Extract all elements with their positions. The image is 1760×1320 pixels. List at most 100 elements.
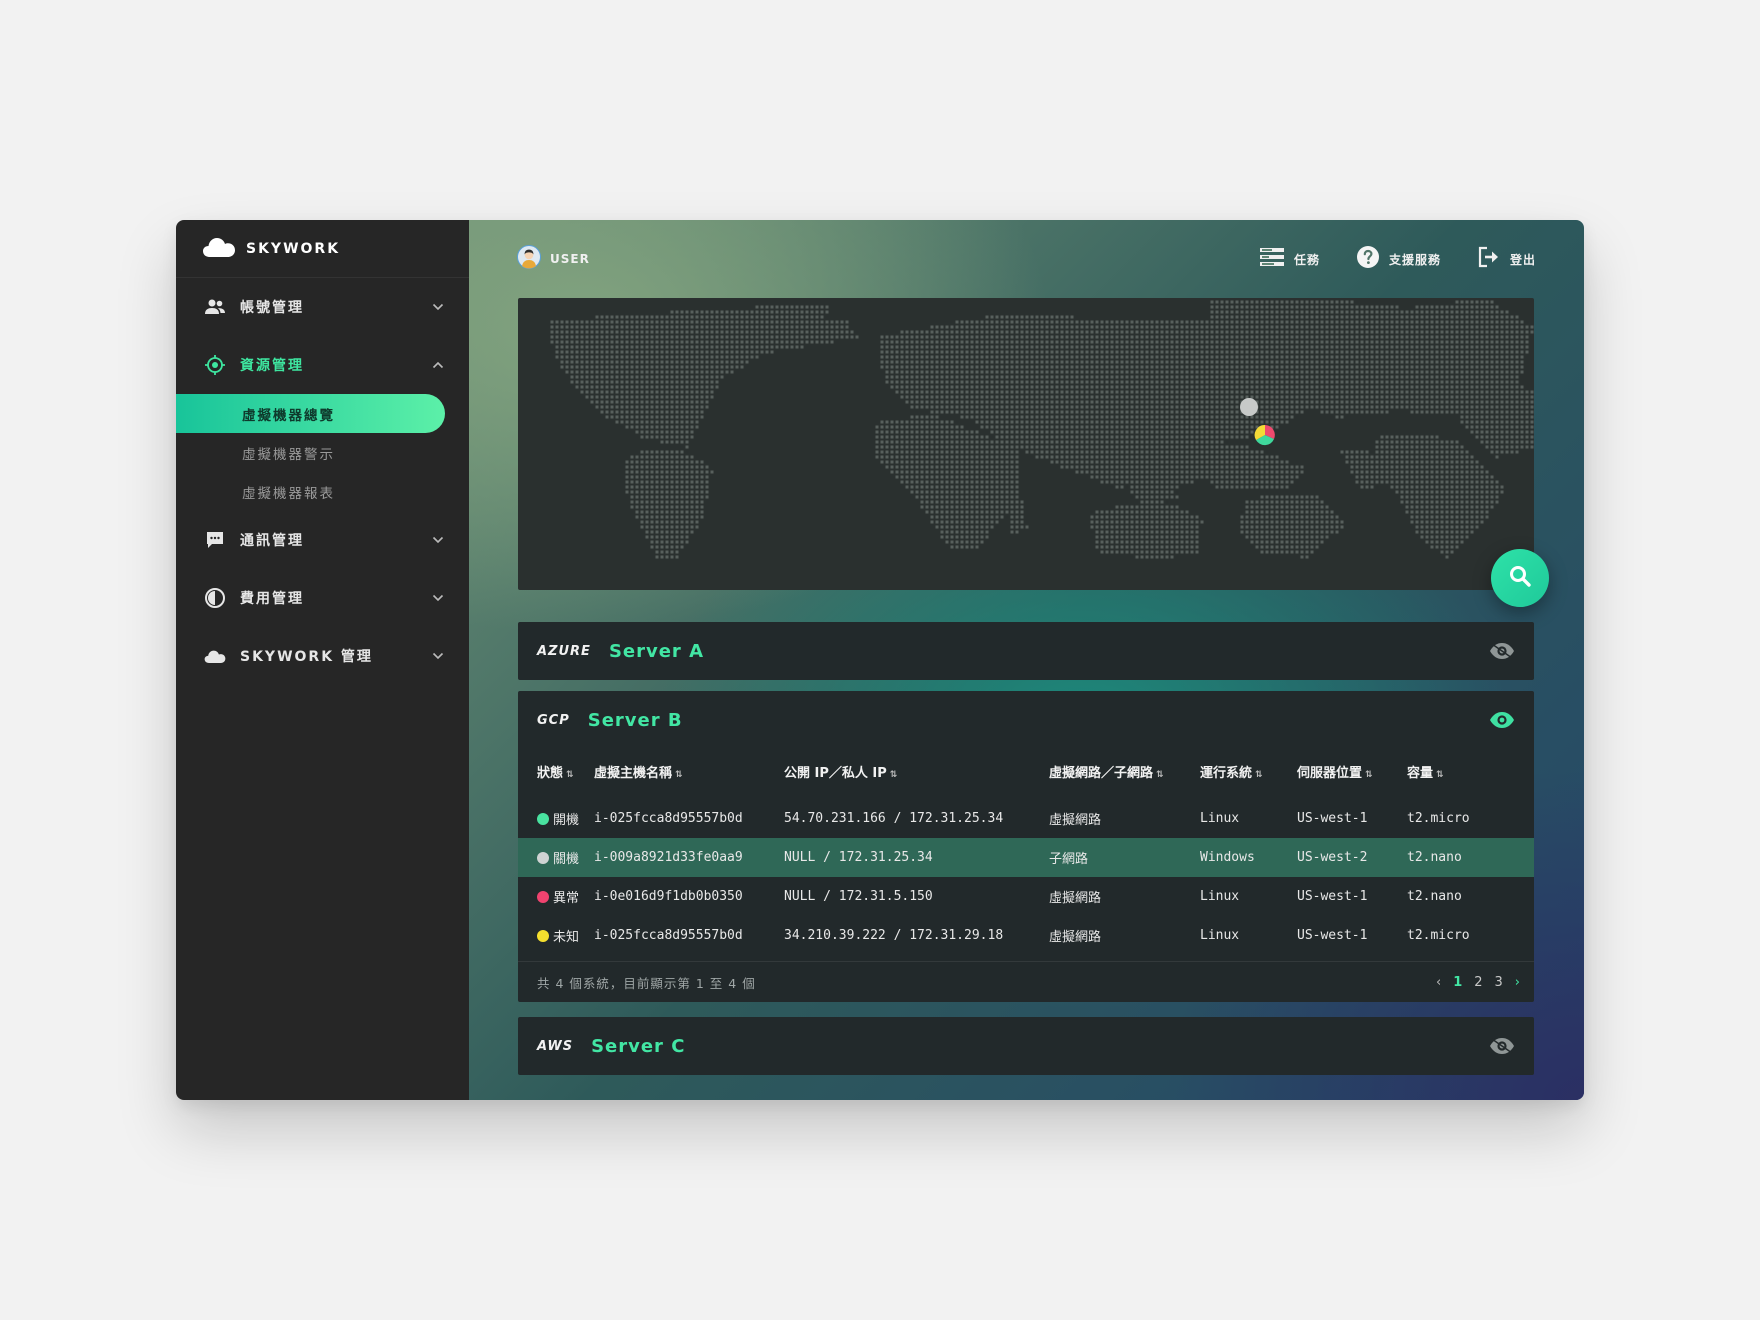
- chevron-left-icon[interactable]: ‹: [1436, 975, 1441, 990]
- sidebar-item-vm-overview[interactable]: 虛擬機器總覽: [176, 394, 445, 433]
- cell-network: 子網路: [1049, 852, 1089, 867]
- nav-group-label: 費用管理: [240, 591, 304, 607]
- cell-location: US-west-1: [1297, 928, 1368, 943]
- chevron-down-icon: [431, 649, 445, 663]
- eye-closed-icon[interactable]: [1488, 641, 1516, 661]
- page-3[interactable]: 3: [1495, 975, 1503, 990]
- logout-icon: [1477, 246, 1501, 272]
- vm-table: 狀態 ⇅ 虛擬主機名稱 ⇅ 公開 IP／私人 IP ⇅ 虛擬網路／子網路 ⇅ 運行系統 ⇅…: [518, 749, 1534, 955]
- nav-group-billing[interactable]: 費用管理: [176, 569, 469, 627]
- column-header-network[interactable]: 虛擬網路／子網路 ⇅: [1049, 749, 1200, 793]
- map-marker-offline[interactable]: [1240, 398, 1258, 416]
- world-map[interactable]: [518, 298, 1534, 590]
- cell-status: 關機: [518, 838, 594, 877]
- chevron-down-icon: [431, 533, 445, 547]
- chat-icon: [204, 529, 226, 551]
- column-header-host[interactable]: 虛擬主機名稱 ⇅: [594, 749, 784, 793]
- provider-label: AWS: [537, 1038, 574, 1054]
- support-button[interactable]: 支援服務: [1356, 245, 1441, 273]
- chevron-right-icon[interactable]: ›: [1515, 975, 1520, 990]
- table-header-row: 狀態 ⇅ 虛擬主機名稱 ⇅ 公開 IP／私人 IP ⇅ 虛擬網路／子網路 ⇅ 運行系統 ⇅…: [518, 749, 1534, 793]
- status-dot: [537, 890, 549, 903]
- cell-location: US-west-1: [1297, 889, 1368, 904]
- server-panel-a: AZURE Server A: [518, 622, 1534, 680]
- table-row[interactable]: 異常 i-0e016d9f1db0b0350 NULL / 172.31.5.150…: [518, 877, 1534, 916]
- table-row[interactable]: 開機 i-025fcca8d95557b0d 54.70.231.166 / 172…: [518, 799, 1534, 838]
- sidebar-item-vm-reports[interactable]: 虛擬機器報表: [176, 472, 469, 511]
- app-window: SKYWORK 帳號管理 資源管理 虛擬機器總覽 虛擬機器警示 虛擬機器報表 通…: [176, 220, 1584, 1100]
- server-name: Server A: [608, 640, 705, 662]
- cell-location: US-west-1: [1297, 811, 1368, 826]
- nav-group-account[interactable]: 帳號管理: [176, 278, 469, 336]
- column-header-os[interactable]: 運行系統 ⇅: [1200, 749, 1297, 793]
- server-panel-header[interactable]: AWS Server C: [518, 1017, 1534, 1075]
- eye-closed-icon[interactable]: [1488, 1036, 1516, 1056]
- nav-group-resource[interactable]: 資源管理: [176, 336, 469, 394]
- table-row[interactable]: 關機 i-009a8921d33fe0aa9 NULL / 172.31.25.34…: [518, 838, 1534, 877]
- cell-status: 未知: [518, 916, 594, 955]
- server-panel-header[interactable]: AZURE Server A: [518, 622, 1534, 680]
- sort-icon: ⇅: [889, 769, 898, 780]
- cell-host: i-025fcca8d95557b0d: [594, 928, 743, 943]
- table-body: 開機 i-025fcca8d95557b0d 54.70.231.166 / 172…: [518, 793, 1534, 955]
- nav-group-label: 資源管理: [240, 358, 304, 374]
- list-icon: [1259, 247, 1285, 271]
- server-panel-c: AWS Server C: [518, 1017, 1534, 1075]
- map-marker-cluster[interactable]: [1254, 424, 1275, 446]
- cloud-logo-icon: [202, 236, 236, 262]
- cell-os: Linux: [1200, 928, 1240, 943]
- logout-label: 登出: [1509, 252, 1536, 267]
- sort-icon: ⇅: [1365, 769, 1373, 780]
- map-search-button[interactable]: [1491, 549, 1549, 607]
- brand[interactable]: SKYWORK: [176, 220, 469, 278]
- nav-group-label: SKYWORK 管理: [240, 649, 373, 665]
- status-dot: [537, 812, 549, 825]
- status-text: 開機: [553, 813, 580, 828]
- server-panel-header[interactable]: GCP Server B: [518, 691, 1534, 749]
- topbar: USER 任務 支援服務 登出: [469, 220, 1584, 298]
- column-header-ip[interactable]: 公開 IP／私人 IP ⇅: [784, 749, 1049, 793]
- column-header-size[interactable]: 容量 ⇅: [1407, 749, 1534, 793]
- cell-ip: NULL / 172.31.5.150: [784, 889, 933, 904]
- help-icon: [1356, 245, 1380, 273]
- tasks-button[interactable]: 任務: [1259, 247, 1320, 271]
- eye-open-icon[interactable]: [1488, 710, 1516, 730]
- logout-button[interactable]: 登出: [1477, 246, 1536, 272]
- chevron-down-icon: [431, 591, 445, 605]
- pagination: ‹ 1 2 3 ›: [1436, 975, 1520, 990]
- brand-name: SKYWORK: [246, 240, 341, 257]
- page-1[interactable]: 1: [1453, 975, 1462, 990]
- page-2[interactable]: 2: [1474, 975, 1482, 990]
- table-row[interactable]: 未知 i-025fcca8d95557b0d 34.210.39.222 / 172…: [518, 916, 1534, 955]
- nav-group-skywork[interactable]: SKYWORK 管理: [176, 627, 469, 685]
- sort-icon: ⇅: [1436, 769, 1444, 780]
- cell-status: 異常: [518, 877, 594, 916]
- cell-size: t2.nano: [1407, 889, 1462, 904]
- sort-icon: ⇅: [1255, 769, 1263, 780]
- cell-host: i-009a8921d33fe0aa9: [594, 850, 743, 865]
- target-icon: [204, 354, 226, 376]
- column-header-location[interactable]: 伺服器位置 ⇅: [1297, 749, 1407, 793]
- billing-icon: [204, 587, 226, 609]
- cell-network: 虛擬網路: [1049, 930, 1102, 945]
- sort-icon: ⇅: [675, 769, 683, 780]
- status-text: 異常: [553, 891, 580, 906]
- nav-group-communication[interactable]: 通訊管理: [176, 511, 469, 569]
- user-menu[interactable]: USER: [517, 245, 590, 273]
- cell-host: i-0e016d9f1db0b0350: [594, 889, 743, 904]
- map-markers: [1240, 398, 1275, 446]
- cell-ip: NULL / 172.31.25.34: [784, 850, 933, 865]
- column-header-status[interactable]: 狀態 ⇅: [518, 749, 594, 793]
- sidebar-item-vm-alerts[interactable]: 虛擬機器警示: [176, 433, 469, 472]
- cloud-icon: [204, 645, 226, 667]
- chevron-up-icon: [431, 358, 445, 372]
- cell-os: Windows: [1200, 850, 1255, 865]
- cell-os: Linux: [1200, 811, 1240, 826]
- cell-size: t2.nano: [1407, 850, 1462, 865]
- cell-ip: 54.70.231.166 / 172.31.25.34: [784, 811, 1004, 826]
- cell-network: 虛擬網路: [1049, 813, 1102, 828]
- nav-group-label: 帳號管理: [240, 300, 304, 316]
- status-dot: [537, 929, 549, 942]
- table-footer: 共 4 個系統，目前顯示第 1 至 4 個 ‹ 1 2 3 ›: [518, 961, 1534, 1002]
- search-icon: [1508, 564, 1532, 592]
